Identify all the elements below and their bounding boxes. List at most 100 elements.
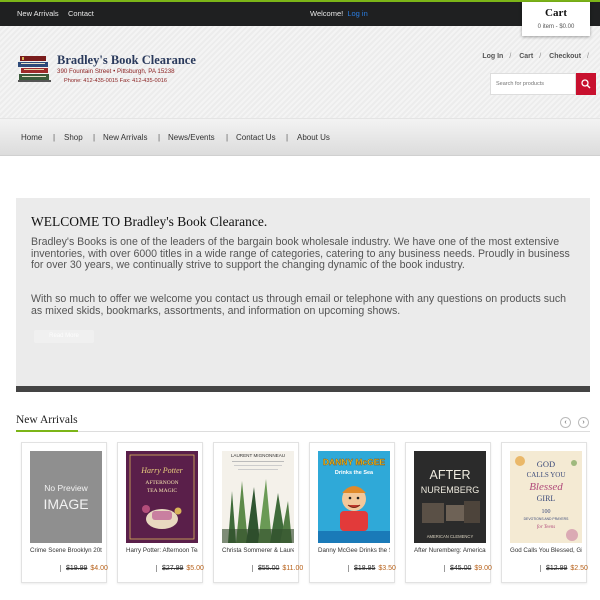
cover-text: GIRL bbox=[537, 494, 556, 503]
welcome-paragraph-1: Bradley's Books is one of the leaders of… bbox=[31, 236, 570, 271]
product-sale-price: $3.50 bbox=[378, 565, 396, 572]
product-price: $12.99 $2.50 bbox=[540, 565, 588, 572]
product-title[interactable]: After Nuremberg: American Clemency bbox=[414, 547, 486, 554]
brand-phones: Phone: 412-435-0015 Fax: 412-435-0016 bbox=[64, 78, 167, 84]
product-cover-image[interactable]: GOD CALLS YOU Blessed GIRL 100 DEVOTIONS… bbox=[510, 451, 582, 543]
nav-separator: | bbox=[286, 133, 289, 142]
product-title[interactable]: Danny McGee Drinks the Sea bbox=[318, 547, 390, 554]
read-more-button[interactable]: Read More bbox=[34, 330, 94, 343]
nav-new-arrivals[interactable]: New Arrivals bbox=[103, 133, 147, 142]
product-title[interactable]: God Calls You Blessed, Girl bbox=[510, 547, 582, 554]
cover-text: LAURENT MIGNONNEAU bbox=[231, 453, 285, 458]
checkout-link[interactable]: Checkout bbox=[549, 53, 581, 60]
top-bar: New Arrivals Contact Welcome! Log in bbox=[0, 0, 600, 26]
nav-separator: | bbox=[53, 133, 56, 142]
search-bar bbox=[490, 73, 596, 95]
nav-about-us[interactable]: About Us bbox=[297, 133, 330, 142]
cover-text: IMAGE bbox=[43, 496, 88, 512]
top-login-link[interactable]: Log in bbox=[347, 9, 367, 18]
cart-summary: 0 item - $0.00 bbox=[537, 24, 575, 30]
cover-text: CALLS YOU bbox=[527, 471, 566, 479]
cover-text: Drinks the Sea bbox=[335, 470, 374, 476]
product-sale-price: $9.00 bbox=[474, 565, 492, 572]
main-navigation: Home | Shop | New Arrivals | News/Events… bbox=[0, 118, 600, 156]
product-old-price: $27.99 bbox=[162, 565, 184, 572]
account-links: Log In / Cart / Checkout / bbox=[479, 53, 592, 60]
product-card[interactable]: No Preview IMAGE Crime Scene Brooklyn 20… bbox=[21, 442, 108, 583]
product-card[interactable]: Harry Potter AFTERNOON TEA MAGIC Harry P… bbox=[117, 442, 204, 583]
welcome-text: Welcome! bbox=[310, 9, 344, 18]
carousel-prev-button[interactable]: ‹ bbox=[560, 417, 571, 428]
product-card[interactable]: AFTER NUREMBERG AMERICAN CLEMENCY After … bbox=[405, 442, 492, 583]
carousel-next-button[interactable]: › bbox=[578, 417, 589, 428]
product-title[interactable]: Crime Scene Brooklyn 20th bbox=[30, 547, 102, 554]
separator: / bbox=[587, 53, 589, 60]
nav-separator: | bbox=[226, 133, 229, 142]
product-card[interactable]: GOD CALLS YOU Blessed GIRL 100 DEVOTIONS… bbox=[501, 442, 588, 583]
top-link-new-arrivals[interactable]: New Arrivals bbox=[17, 9, 59, 18]
cover-text: 100 bbox=[542, 509, 551, 515]
welcome-message: Welcome! Log in bbox=[310, 9, 368, 18]
product-title[interactable]: Harry Potter: Afternoon Tea Magic bbox=[126, 547, 198, 554]
nav-shop[interactable]: Shop bbox=[64, 133, 83, 142]
cover-text: TEA MAGIC bbox=[147, 488, 177, 494]
cover-text: AFTER bbox=[430, 468, 471, 482]
product-price: $27.99 $5.00 bbox=[156, 565, 204, 572]
cover-text: DEVOTIONS AND PRAYERS bbox=[524, 517, 570, 521]
product-card[interactable]: DANNY McGEE Drinks the Sea Danny McGee D… bbox=[309, 442, 396, 583]
cover-text: NUREMBERG bbox=[421, 485, 480, 495]
welcome-heading: WELCOME TO Bradley's Book Clearance. bbox=[31, 214, 268, 229]
welcome-paragraph-2: With so much to offer we welcome you con… bbox=[31, 293, 567, 317]
search-input[interactable] bbox=[490, 73, 576, 95]
search-button[interactable] bbox=[576, 73, 596, 95]
top-link-contact[interactable]: Contact bbox=[68, 9, 94, 18]
product-old-price: $19.99 bbox=[66, 565, 88, 572]
product-price: $19.99 $4.00 bbox=[60, 565, 108, 572]
separator: / bbox=[539, 53, 542, 60]
welcome-panel: WELCOME TO Bradley's Book Clearance. Bra… bbox=[16, 198, 590, 392]
product-sale-price: $4.00 bbox=[90, 565, 108, 572]
cover-text: Blessed bbox=[529, 481, 563, 493]
cart-link[interactable]: Cart bbox=[519, 53, 533, 60]
new-arrivals-title: New Arrivals bbox=[16, 414, 78, 432]
nav-separator: | bbox=[158, 133, 161, 142]
brand-name: Bradley's Book Clearance bbox=[57, 53, 196, 67]
product-old-price: $18.95 bbox=[354, 565, 376, 572]
product-price: $55.00 $11.00 bbox=[252, 565, 303, 572]
site-logo[interactable]: Bradley's Book Clearance 390 Fountain St… bbox=[18, 53, 196, 89]
product-cover-image[interactable]: Harry Potter AFTERNOON TEA MAGIC bbox=[126, 451, 198, 543]
product-sale-price: $2.50 bbox=[570, 565, 588, 572]
cover-text: AMERICAN CLEMENCY bbox=[427, 534, 474, 539]
cover-text: No Preview bbox=[44, 483, 88, 493]
cover-text: AFTERNOON bbox=[145, 480, 178, 486]
cover-text: GOD bbox=[537, 459, 555, 469]
product-price: $45.00 $9.00 bbox=[444, 565, 492, 572]
product-old-price: $55.00 bbox=[258, 565, 280, 572]
product-old-price: $45.00 bbox=[450, 565, 472, 572]
search-icon bbox=[581, 79, 591, 89]
cart-title: Cart bbox=[545, 7, 567, 19]
product-sale-price: $5.00 bbox=[186, 565, 204, 572]
login-link[interactable]: Log In bbox=[482, 53, 503, 60]
cover-text: Harry Potter bbox=[140, 466, 183, 475]
product-cover-image[interactable]: No Preview IMAGE bbox=[30, 451, 102, 543]
nav-news-events[interactable]: News/Events bbox=[168, 133, 215, 142]
nav-home[interactable]: Home bbox=[21, 133, 42, 142]
product-price: $18.95 $3.50 bbox=[348, 565, 396, 572]
product-cover-image[interactable]: LAURENT MIGNONNEAU bbox=[222, 451, 294, 543]
brand-address: 390 Fountain Street • Pittsburgh, PA 152… bbox=[57, 68, 175, 75]
cover-text: for Teens bbox=[537, 525, 555, 530]
new-arrivals-header: New Arrivals ‹ › bbox=[16, 412, 590, 432]
nav-separator: | bbox=[93, 133, 96, 142]
books-stack-icon bbox=[18, 56, 51, 82]
site-header: Bradley's Book Clearance 390 Fountain St… bbox=[0, 26, 600, 118]
cart-widget[interactable]: Cart 0 item - $0.00 bbox=[522, 2, 590, 36]
cover-text: DANNY McGEE bbox=[323, 457, 386, 467]
product-cover-image[interactable]: DANNY McGEE Drinks the Sea bbox=[318, 451, 390, 543]
product-sale-price: $11.00 bbox=[282, 565, 304, 572]
product-card[interactable]: LAURENT MIGNONNEAU Christa Sommerer & La… bbox=[213, 442, 303, 583]
product-cover-image[interactable]: AFTER NUREMBERG AMERICAN CLEMENCY bbox=[414, 451, 486, 543]
product-title[interactable]: Christa Sommerer & Laurent Mignonneau bbox=[222, 547, 294, 554]
nav-contact-us[interactable]: Contact Us bbox=[236, 133, 276, 142]
separator: / bbox=[509, 53, 512, 60]
